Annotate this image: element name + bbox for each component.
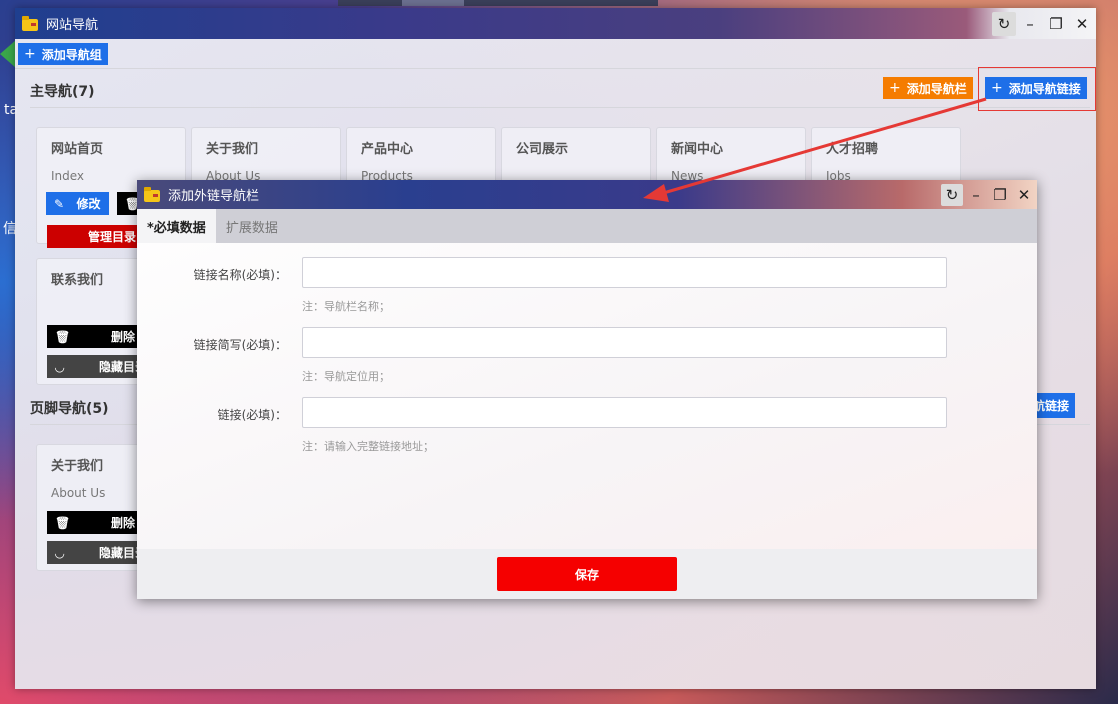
minimize-icon[interactable]: – [1018,12,1042,36]
minimize-icon[interactable]: – [965,184,987,206]
plus-icon: + [24,46,36,62]
footer-nav-title: 页脚导航(5) [30,401,109,417]
main-nav-title: 主导航(7) [30,84,95,100]
section-divider [30,107,1090,108]
main-toolbar: + 添加导航组 [15,39,1096,69]
close-icon[interactable]: ✕ [1070,12,1094,36]
plus-icon: + [889,80,901,96]
main-window-titlebar[interactable]: 网站导航 ↻ – ❐ ✕ [15,8,1096,39]
field-label: 链接名称(必填)： [193,268,287,282]
dialog-titlebar[interactable]: 添加外链导航栏 ↻ – ❐ ✕ [137,180,1037,209]
card-title: 产品中心 [361,142,414,157]
tab-required-data[interactable]: *必填数据 [137,209,216,243]
eye-closed-icon: ◡ [55,359,65,374]
card-title: 联系我们 [51,273,104,288]
nav-card-products: 产品中心 Products [346,127,496,185]
nav-card-about: 关于我们 About Us [191,127,341,185]
window-title: 网站导航 [46,18,99,33]
card-title: 公司展示 [516,142,569,157]
folder-icon [144,186,160,202]
folder-icon [22,15,38,31]
add-nav-bar-button[interactable]: + 添加导航栏 [883,77,973,99]
card-title: 关于我们 [51,459,104,474]
card-title: 新闻中心 [671,142,724,157]
save-button[interactable]: 保存 [497,557,677,591]
link-name-input[interactable] [302,257,947,288]
refresh-icon[interactable]: ↻ [941,183,963,206]
field-note: 注：导航定位用； [302,370,390,383]
maximize-icon[interactable]: ❐ [1044,12,1068,36]
dialog-title: 添加外链导航栏 [168,189,260,204]
trash-icon: 🗑 [55,329,71,344]
nav-card-jobs: 人才招聘 Jobs [811,127,961,185]
add-external-nav-dialog: 添加外链导航栏 ↻ – ❐ ✕ *必填数据 扩展数据 链接名称(必填)： 注：导… [137,180,1037,599]
annotation-highlight-box [978,67,1096,111]
card-subtitle: About Us [51,486,106,500]
card-title: 关于我们 [206,142,259,157]
card-subtitle: Index [51,169,85,183]
nav-card-news: 新闻中心 News [656,127,806,185]
edit-button[interactable]: ✎ 修改 [46,192,109,215]
add-nav-group-button[interactable]: + 添加导航组 [18,43,108,65]
nav-card-showcase: 公司展示 [501,127,651,185]
desktop-tab-fragment [402,0,464,6]
close-icon[interactable]: ✕ [1013,184,1035,206]
eye-closed-icon: ◡ [55,545,65,560]
desktop-taskbar-fragment [338,0,658,6]
dialog-footer: 保存 [137,549,1037,599]
pencil-icon: ✎ [54,196,65,211]
dialog-tabs: *必填数据 扩展数据 [137,209,1037,243]
field-label: 链接简写(必填)： [193,338,287,352]
link-url-input[interactable] [302,397,947,428]
tab-extended-data[interactable]: 扩展数据 [216,209,288,243]
card-title: 人才招聘 [826,142,879,157]
field-note: 注：请输入完整链接地址； [302,440,434,453]
maximize-icon[interactable]: ❐ [989,184,1011,206]
link-short-input[interactable] [302,327,947,358]
trash-icon: 🗑 [55,515,71,530]
field-note: 注：导航栏名称； [302,300,390,313]
card-title: 网站首页 [51,142,104,157]
desktop-green-marker [0,40,16,68]
refresh-icon[interactable]: ↻ [992,11,1016,36]
field-label: 链接(必填)： [217,408,287,422]
